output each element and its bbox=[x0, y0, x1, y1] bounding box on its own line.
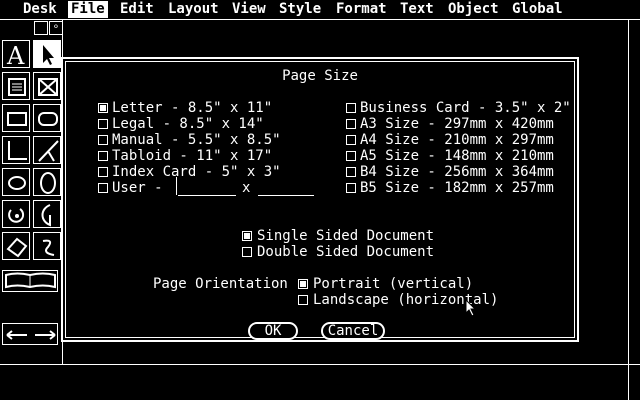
portrait-label: Portrait (vertical) bbox=[313, 276, 474, 292]
menu-format[interactable]: Format bbox=[333, 1, 390, 18]
arc-tool-icon[interactable] bbox=[2, 200, 30, 228]
size-box-icon[interactable] bbox=[628, 364, 640, 400]
curve-tool-icon[interactable] bbox=[33, 232, 61, 260]
double-sided-checkbox[interactable] bbox=[242, 247, 252, 257]
text-tool-icon[interactable]: A bbox=[2, 40, 30, 69]
status-divider bbox=[0, 364, 640, 365]
b5-checkbox[interactable] bbox=[346, 183, 356, 193]
menu-bar: Desk File Edit Layout View Style Format … bbox=[0, 0, 640, 20]
double-sided-label: Double Sided Document bbox=[257, 244, 435, 260]
line-tool-icon[interactable] bbox=[2, 136, 30, 164]
letter-label: Letter - 8.5" x 11" bbox=[112, 100, 273, 116]
menu-layout[interactable]: Layout bbox=[165, 1, 222, 18]
user-width-cursor bbox=[176, 177, 177, 195]
close-box-icon[interactable] bbox=[34, 21, 48, 35]
ok-button[interactable]: OK bbox=[248, 322, 298, 340]
orientation-label: Page Orientation bbox=[153, 276, 288, 292]
a4-label: A4 Size - 210mm x 297mm bbox=[360, 132, 554, 148]
pointer-tool-icon[interactable] bbox=[33, 40, 61, 68]
diagonal-line-tool-icon[interactable] bbox=[33, 136, 61, 164]
business-card-checkbox[interactable] bbox=[346, 103, 356, 113]
b4-checkbox[interactable] bbox=[346, 167, 356, 177]
polygon-tool-icon[interactable] bbox=[2, 232, 30, 260]
user-width-underline bbox=[178, 195, 236, 196]
status-row bbox=[0, 364, 640, 400]
a5-checkbox[interactable] bbox=[346, 151, 356, 161]
a4-checkbox[interactable] bbox=[346, 135, 356, 145]
tabloid-label: Tabloid - 11" x 17" bbox=[112, 148, 273, 164]
single-sided-checkbox[interactable] bbox=[242, 231, 252, 241]
menu-view[interactable]: View bbox=[229, 1, 269, 18]
b5-label: B5 Size - 182mm x 257mm bbox=[360, 180, 554, 196]
a5-label: A5 Size - 148mm x 210mm bbox=[360, 148, 554, 164]
menu-file[interactable]: File bbox=[68, 1, 108, 18]
dialog-title: Page Size bbox=[282, 68, 358, 84]
letter-checkbox[interactable] bbox=[98, 103, 108, 113]
svg-text:A: A bbox=[6, 42, 25, 69]
oval-tool-icon[interactable] bbox=[33, 168, 61, 196]
landscape-checkbox[interactable] bbox=[298, 295, 308, 305]
vertical-scrollbar[interactable] bbox=[628, 20, 640, 365]
cancel-button[interactable]: Cancel bbox=[321, 322, 385, 340]
scroll-arrows-icon[interactable] bbox=[2, 323, 58, 345]
rounded-rectangle-tool-icon[interactable] bbox=[33, 104, 61, 132]
single-sided-label: Single Sided Document bbox=[257, 228, 435, 244]
pie-tool-icon[interactable] bbox=[33, 200, 61, 228]
a3-label: A3 Size - 297mm x 420mm bbox=[360, 116, 554, 132]
business-card-label: Business Card - 3.5" x 2" bbox=[360, 100, 571, 116]
portrait-checkbox[interactable] bbox=[298, 279, 308, 289]
frame-tool-icon[interactable] bbox=[2, 72, 30, 100]
menu-desk[interactable]: Desk bbox=[20, 1, 60, 18]
legal-checkbox[interactable] bbox=[98, 119, 108, 129]
toolbox: ⚬ A bbox=[0, 20, 63, 365]
legal-label: Legal - 8.5" x 14" bbox=[112, 116, 264, 132]
mouse-pointer-icon bbox=[465, 299, 477, 317]
fuller-box-icon[interactable]: ⚬ bbox=[49, 21, 63, 35]
rectangle-tool-icon[interactable] bbox=[2, 104, 30, 132]
b4-label: B4 Size - 256mm x 364mm bbox=[360, 164, 554, 180]
ellipse-tool-icon[interactable] bbox=[2, 168, 30, 196]
paragraph-tool-icon[interactable] bbox=[2, 270, 58, 292]
user-size-checkbox[interactable] bbox=[98, 183, 108, 193]
page-size-dialog: Page Size Letter - 8.5" x 11" Legal - 8.… bbox=[61, 57, 579, 342]
a3-checkbox[interactable] bbox=[346, 119, 356, 129]
menu-edit[interactable]: Edit bbox=[117, 1, 157, 18]
manual-label: Manual - 5.5" x 8.5" bbox=[112, 132, 281, 148]
user-size-label: User - bbox=[112, 180, 163, 196]
index-card-checkbox[interactable] bbox=[98, 167, 108, 177]
menu-text[interactable]: Text bbox=[397, 1, 437, 18]
menu-style[interactable]: Style bbox=[276, 1, 324, 18]
menu-object[interactable]: Object bbox=[445, 1, 502, 18]
tabloid-checkbox[interactable] bbox=[98, 151, 108, 161]
index-card-label: Index Card - 5" x 3" bbox=[112, 164, 281, 180]
user-height-underline bbox=[258, 195, 314, 196]
picture-frame-tool-icon[interactable] bbox=[33, 72, 61, 100]
manual-checkbox[interactable] bbox=[98, 135, 108, 145]
menu-global[interactable]: Global bbox=[509, 1, 566, 18]
user-x-label: x bbox=[242, 180, 251, 196]
